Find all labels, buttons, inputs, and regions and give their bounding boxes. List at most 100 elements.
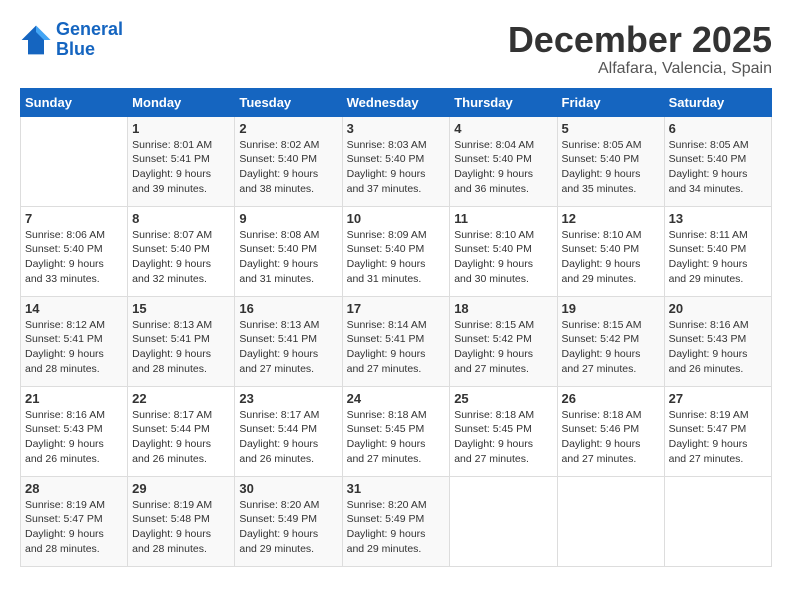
header-monday: Monday <box>128 88 235 116</box>
day-number: 27 <box>669 391 767 406</box>
day-info: Sunrise: 8:17 AM Sunset: 5:44 PM Dayligh… <box>239 408 337 467</box>
calendar-cell: 29Sunrise: 8:19 AM Sunset: 5:48 PM Dayli… <box>128 476 235 566</box>
calendar-cell: 18Sunrise: 8:15 AM Sunset: 5:42 PM Dayli… <box>450 296 557 386</box>
calendar-cell: 4 Sunrise: 8:04 AM Sunset: 5:40 PM Daylig… <box>450 116 557 206</box>
day-number: 5 <box>562 121 660 136</box>
day-info: Sunrise: 8:12 AM Sunset: 5:41 PM Dayligh… <box>25 318 123 377</box>
calendar-header-row: SundayMondayTuesdayWednesdayThursdayFrid… <box>21 88 772 116</box>
calendar-cell <box>557 476 664 566</box>
calendar-cell: 3 Sunrise: 8:03 AM Sunset: 5:40 PM Daylig… <box>342 116 450 206</box>
day-info: Sunrise: 8:10 AM Sunset: 5:40 PM Dayligh… <box>562 228 660 287</box>
calendar-cell: 22Sunrise: 8:17 AM Sunset: 5:44 PM Dayli… <box>128 386 235 476</box>
day-info: Sunrise: 8:20 AM Sunset: 5:49 PM Dayligh… <box>239 498 337 557</box>
header-saturday: Saturday <box>664 88 771 116</box>
calendar-cell: 17 Sunrise: 8:14 AM Sunset: 5:41 PM Dayli… <box>342 296 450 386</box>
calendar-cell: 12 Sunrise: 8:10 AM Sunset: 5:40 PM Dayli… <box>557 206 664 296</box>
calendar-cell: 27 Sunrise: 8:19 AM Sunset: 5:47 PM Dayli… <box>664 386 771 476</box>
header-wednesday: Wednesday <box>342 88 450 116</box>
calendar-cell: 9 Sunrise: 8:08 AM Sunset: 5:40 PM Daylig… <box>235 206 342 296</box>
calendar-cell <box>21 116 128 206</box>
day-number: 11 <box>454 211 552 226</box>
day-info: Sunrise: 8:20 AM Sunset: 5:49 PM Dayligh… <box>347 498 446 557</box>
day-info: Sunrise: 8:06 AM Sunset: 5:40 PM Dayligh… <box>25 228 123 287</box>
day-number: 12 <box>562 211 660 226</box>
calendar-cell: 21 Sunrise: 8:16 AM Sunset: 5:43 PM Dayli… <box>21 386 128 476</box>
day-number: 3 <box>347 121 446 136</box>
day-number: 14 <box>25 301 123 316</box>
day-info: Sunrise: 8:13 AM Sunset: 5:41 PM Dayligh… <box>239 318 337 377</box>
day-number: 18 <box>454 301 552 316</box>
location: Alfafara, Valencia, Spain <box>508 60 772 78</box>
calendar-cell: 11Sunrise: 8:10 AM Sunset: 5:40 PM Dayli… <box>450 206 557 296</box>
day-info: Sunrise: 8:08 AM Sunset: 5:40 PM Dayligh… <box>239 228 337 287</box>
day-info: Sunrise: 8:11 AM Sunset: 5:40 PM Dayligh… <box>669 228 767 287</box>
day-number: 7 <box>25 211 123 226</box>
day-info: Sunrise: 8:03 AM Sunset: 5:40 PM Dayligh… <box>347 138 446 197</box>
header-thursday: Thursday <box>450 88 557 116</box>
logo: General Blue <box>20 20 123 60</box>
header-sunday: Sunday <box>21 88 128 116</box>
day-info: Sunrise: 8:14 AM Sunset: 5:41 PM Dayligh… <box>347 318 446 377</box>
day-number: 1 <box>132 121 230 136</box>
calendar-cell: 8 Sunrise: 8:07 AM Sunset: 5:40 PM Daylig… <box>128 206 235 296</box>
day-number: 15 <box>132 301 230 316</box>
header-tuesday: Tuesday <box>235 88 342 116</box>
calendar-cell: 26Sunrise: 8:18 AM Sunset: 5:46 PM Dayli… <box>557 386 664 476</box>
day-number: 28 <box>25 481 123 496</box>
day-number: 8 <box>132 211 230 226</box>
day-number: 16 <box>239 301 337 316</box>
calendar-cell: 7 Sunrise: 8:06 AM Sunset: 5:40 PM Daylig… <box>21 206 128 296</box>
calendar-cell: 31 Sunrise: 8:20 AM Sunset: 5:49 PM Dayli… <box>342 476 450 566</box>
header-friday: Friday <box>557 88 664 116</box>
day-info: Sunrise: 8:01 AM Sunset: 5:41 PM Dayligh… <box>132 138 230 197</box>
day-info: Sunrise: 8:18 AM Sunset: 5:45 PM Dayligh… <box>347 408 446 467</box>
calendar-cell <box>450 476 557 566</box>
calendar-cell: 30 Sunrise: 8:20 AM Sunset: 5:49 PM Dayli… <box>235 476 342 566</box>
day-number: 13 <box>669 211 767 226</box>
calendar-cell: 6 Sunrise: 8:05 AM Sunset: 5:40 PM Daylig… <box>664 116 771 206</box>
day-number: 21 <box>25 391 123 406</box>
day-info: Sunrise: 8:19 AM Sunset: 5:47 PM Dayligh… <box>25 498 123 557</box>
page-header: General Blue December 2025 Alfafara, Val… <box>20 20 772 78</box>
calendar-cell: 15Sunrise: 8:13 AM Sunset: 5:41 PM Dayli… <box>128 296 235 386</box>
day-number: 30 <box>239 481 337 496</box>
calendar-cell: 25 Sunrise: 8:18 AM Sunset: 5:45 PM Dayli… <box>450 386 557 476</box>
calendar-cell: 23 Sunrise: 8:17 AM Sunset: 5:44 PM Dayli… <box>235 386 342 476</box>
day-info: Sunrise: 8:19 AM Sunset: 5:47 PM Dayligh… <box>669 408 767 467</box>
day-number: 17 <box>347 301 446 316</box>
calendar-cell: 19 Sunrise: 8:15 AM Sunset: 5:42 PM Dayli… <box>557 296 664 386</box>
day-info: Sunrise: 8:18 AM Sunset: 5:45 PM Dayligh… <box>454 408 552 467</box>
day-number: 22 <box>132 391 230 406</box>
calendar-table: SundayMondayTuesdayWednesdayThursdayFrid… <box>20 88 772 567</box>
day-number: 4 <box>454 121 552 136</box>
day-info: Sunrise: 8:16 AM Sunset: 5:43 PM Dayligh… <box>25 408 123 467</box>
day-number: 26 <box>562 391 660 406</box>
day-number: 9 <box>239 211 337 226</box>
calendar-week-row: 14 Sunrise: 8:12 AM Sunset: 5:41 PM Dayli… <box>21 296 772 386</box>
calendar-cell: 20Sunrise: 8:16 AM Sunset: 5:43 PM Dayli… <box>664 296 771 386</box>
calendar-week-row: 7 Sunrise: 8:06 AM Sunset: 5:40 PM Daylig… <box>21 206 772 296</box>
day-info: Sunrise: 8:07 AM Sunset: 5:40 PM Dayligh… <box>132 228 230 287</box>
calendar-week-row: 21 Sunrise: 8:16 AM Sunset: 5:43 PM Dayli… <box>21 386 772 476</box>
calendar-cell: 28 Sunrise: 8:19 AM Sunset: 5:47 PM Dayli… <box>21 476 128 566</box>
calendar-cell: 2Sunrise: 8:02 AM Sunset: 5:40 PM Daylig… <box>235 116 342 206</box>
day-info: Sunrise: 8:15 AM Sunset: 5:42 PM Dayligh… <box>562 318 660 377</box>
calendar-cell: 1 Sunrise: 8:01 AM Sunset: 5:41 PM Daylig… <box>128 116 235 206</box>
calendar-week-row: 1 Sunrise: 8:01 AM Sunset: 5:41 PM Daylig… <box>21 116 772 206</box>
day-number: 25 <box>454 391 552 406</box>
day-info: Sunrise: 8:19 AM Sunset: 5:48 PM Dayligh… <box>132 498 230 557</box>
day-number: 6 <box>669 121 767 136</box>
day-number: 19 <box>562 301 660 316</box>
day-info: Sunrise: 8:04 AM Sunset: 5:40 PM Dayligh… <box>454 138 552 197</box>
day-number: 24 <box>347 391 446 406</box>
day-number: 20 <box>669 301 767 316</box>
title-block: December 2025 Alfafara, Valencia, Spain <box>508 20 772 78</box>
month-title: December 2025 <box>508 20 772 60</box>
day-info: Sunrise: 8:05 AM Sunset: 5:40 PM Dayligh… <box>669 138 767 197</box>
day-number: 31 <box>347 481 446 496</box>
day-number: 10 <box>347 211 446 226</box>
day-number: 23 <box>239 391 337 406</box>
day-info: Sunrise: 8:02 AM Sunset: 5:40 PM Dayligh… <box>239 138 337 197</box>
calendar-cell: 10Sunrise: 8:09 AM Sunset: 5:40 PM Dayli… <box>342 206 450 296</box>
day-info: Sunrise: 8:05 AM Sunset: 5:40 PM Dayligh… <box>562 138 660 197</box>
